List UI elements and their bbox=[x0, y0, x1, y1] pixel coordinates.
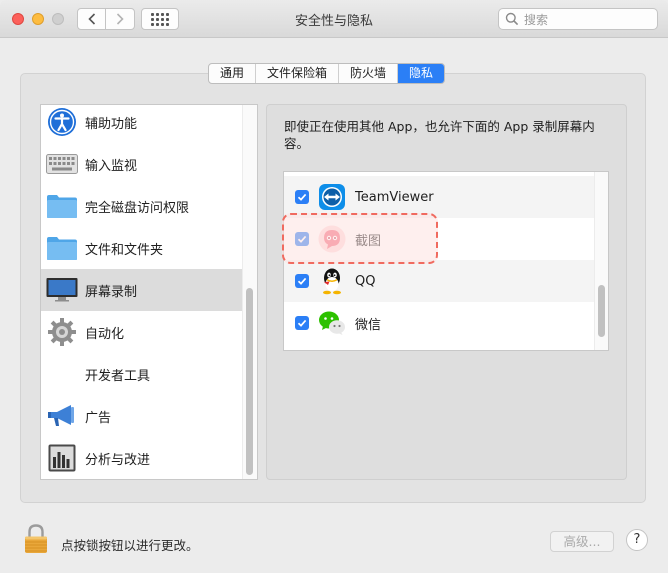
help-button[interactable]: ? bbox=[626, 529, 648, 551]
sidebar-item-label: 输入监视 bbox=[85, 158, 138, 174]
checkmark-icon bbox=[297, 277, 307, 285]
advanced-button[interactable]: 高级... bbox=[550, 531, 614, 552]
qq-icon bbox=[318, 267, 346, 295]
highlight-annotation bbox=[282, 213, 438, 264]
sidebar-item-label: 文件和文件夹 bbox=[85, 242, 164, 258]
sidebar-item-label: 屏幕录制 bbox=[85, 284, 138, 300]
search-input[interactable]: 搜索 bbox=[498, 8, 658, 30]
sidebar-item-analytics[interactable]: 分析与改进 bbox=[41, 437, 243, 479]
sidebar-item-screen-recording[interactable]: 屏幕录制 bbox=[41, 269, 243, 311]
search-placeholder: 搜索 bbox=[524, 12, 549, 27]
sidebar-item-label: 广告 bbox=[85, 410, 112, 426]
accessibility-icon bbox=[46, 106, 78, 138]
preferences-window: 安全性与隐私 搜索 通用 文件保险箱 防火墙 隐私 辅助功能 输入监视 完全磁盘… bbox=[0, 0, 668, 573]
folder-icon bbox=[46, 190, 78, 222]
teamviewer-icon bbox=[318, 183, 346, 211]
tab-bar: 通用 文件保险箱 防火墙 隐私 bbox=[208, 63, 446, 84]
screen-recording-description: 即使正在使用其他 App，也允许下面的 App 录制屏幕内容。 bbox=[284, 119, 595, 151]
wechat-icon bbox=[318, 309, 346, 337]
sidebar-item-label: 开发者工具 bbox=[85, 368, 151, 384]
gear-icon bbox=[46, 316, 78, 348]
app-checkbox-wechat[interactable] bbox=[295, 316, 309, 330]
app-label: TeamViewer bbox=[355, 189, 434, 205]
app-checkbox-qq[interactable] bbox=[295, 274, 309, 288]
sidebar-item-accessibility[interactable]: 辅助功能 bbox=[41, 105, 243, 143]
folder-icon bbox=[46, 232, 78, 264]
keyboard-icon bbox=[46, 148, 78, 180]
lock-icon bbox=[25, 524, 47, 553]
sidebar-item-files-and-folders[interactable]: 文件和文件夹 bbox=[41, 227, 243, 269]
sidebar-item-advertising[interactable]: 广告 bbox=[41, 395, 243, 437]
tab-privacy[interactable]: 隐私 bbox=[398, 64, 445, 83]
app-label: QQ bbox=[355, 273, 376, 289]
sidebar-item-label: 分析与改进 bbox=[85, 452, 151, 468]
app-checkbox-teamviewer[interactable] bbox=[295, 190, 309, 204]
display-icon bbox=[46, 274, 78, 306]
app-list-scrollbar-thumb[interactable] bbox=[598, 285, 605, 337]
app-row-qq: QQ bbox=[284, 260, 594, 302]
tab-filevault[interactable]: 文件保险箱 bbox=[256, 64, 340, 83]
checkmark-icon bbox=[297, 319, 307, 327]
privacy-category-list: 辅助功能 输入监视 完全磁盘访问权限 文件和文件夹 屏幕录制 自动化 开发者工具… bbox=[40, 104, 258, 480]
tab-firewall[interactable]: 防火墙 bbox=[339, 64, 399, 83]
app-row-wechat: 微信 bbox=[284, 302, 594, 344]
sidebar-item-input-monitoring[interactable]: 输入监视 bbox=[41, 143, 243, 185]
sidebar-item-developer-tools[interactable]: 开发者工具 bbox=[41, 353, 243, 395]
app-label: 微信 bbox=[355, 317, 382, 333]
tab-general[interactable]: 通用 bbox=[209, 64, 257, 83]
sidebar-item-label: 完全磁盘访问权限 bbox=[85, 200, 190, 216]
sidebar-item-automation[interactable]: 自动化 bbox=[41, 311, 243, 353]
app-row-teamviewer: TeamViewer bbox=[284, 176, 594, 218]
lock-button[interactable] bbox=[24, 524, 48, 554]
megaphone-icon bbox=[46, 400, 78, 432]
title-bar: 安全性与隐私 搜索 bbox=[0, 0, 668, 38]
sidebar-item-label: 辅助功能 bbox=[85, 116, 138, 132]
lock-hint-text: 点按锁按钮以进行更改。 bbox=[61, 538, 199, 553]
chart-icon bbox=[46, 442, 78, 474]
sidebar-item-full-disk-access[interactable]: 完全磁盘访问权限 bbox=[41, 185, 243, 227]
sidebar-item-label: 自动化 bbox=[85, 326, 125, 342]
sidebar-scrollbar-thumb[interactable] bbox=[246, 288, 253, 475]
checkmark-icon bbox=[297, 193, 307, 201]
search-icon bbox=[505, 12, 519, 26]
